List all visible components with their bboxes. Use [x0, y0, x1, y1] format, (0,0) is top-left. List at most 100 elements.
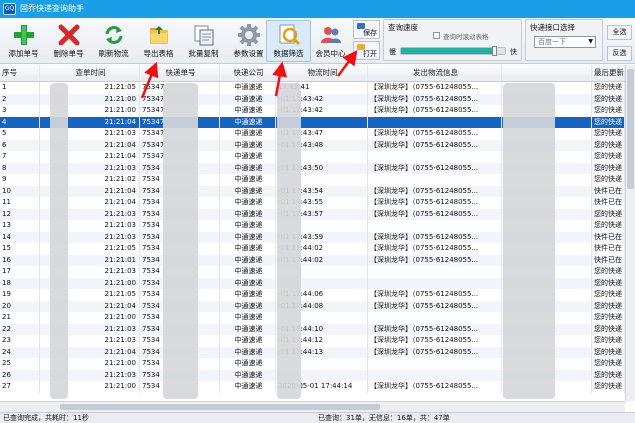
cell-company: 中通速递	[220, 116, 276, 128]
settings-button[interactable]: 参数设置	[226, 20, 271, 62]
cell-last-update: 您的快递	[594, 175, 622, 183]
gear-icon	[237, 23, 261, 47]
cell-company: 中通速递	[220, 82, 276, 94]
api-select-group: 快递接口选择 百度一下 ▼	[525, 19, 603, 61]
cell-num: 16	[0, 254, 40, 266]
speed-slider-thumb[interactable]	[491, 46, 497, 56]
member-icon	[319, 23, 343, 47]
cell-last: 您的快递	[592, 266, 625, 278]
vertical-scroll-thumb[interactable]	[627, 69, 634, 189]
data-filter-button[interactable]: 数据筛选	[266, 20, 311, 62]
cell-last: 您的快递	[592, 358, 625, 370]
cell-num: 12	[0, 208, 40, 220]
col-header-query-time[interactable]: 查单时间	[40, 65, 140, 81]
delete-icon	[57, 23, 81, 47]
save-button[interactable]: 保存	[353, 20, 380, 39]
cell-last-update: 您的快递	[594, 359, 622, 367]
select-all-button[interactable]: 全选	[607, 25, 632, 40]
cell-last-update: 您的快递	[594, 301, 622, 310]
cell-num: 9	[0, 174, 40, 186]
api-select-value: 百度一下	[538, 38, 566, 46]
export-table-button[interactable]: 导出表格	[136, 20, 181, 62]
cell-info	[368, 116, 502, 128]
cell-company: 中通速递	[220, 323, 276, 335]
cell-last-update: 您的快递	[594, 267, 622, 275]
cell-last: 快件已在	[592, 185, 625, 197]
cell-company: 中通速递	[220, 266, 276, 278]
col-header-last-update[interactable]: 最后更新	[592, 65, 625, 81]
cell-company: 中通速递	[220, 358, 276, 370]
cell-num: 3	[0, 105, 40, 117]
refresh-logistics-button[interactable]: 刷新物流	[91, 20, 136, 62]
cell-last-update: 您的快递	[594, 324, 622, 333]
cell-company: 中通速递	[220, 128, 276, 140]
cell-num: 10	[0, 185, 40, 197]
delete-tracking-button[interactable]: 删除单号	[46, 20, 91, 62]
speed-slider[interactable]	[400, 46, 506, 56]
cell-last: 您的快递	[592, 151, 625, 163]
cell-last-update: 快件已在	[594, 232, 622, 241]
col-header-tracking-number[interactable]: 快递单号	[140, 65, 220, 81]
cell-info: 【深圳龙华】（0755-61248055...	[368, 82, 502, 94]
cell-company: 中通速递	[220, 139, 276, 151]
cell-last: 您的快递	[592, 82, 625, 94]
cell-last-update: 您的快递	[594, 117, 622, 126]
tracking-table: 序号 查单时间 快递单号 快递公司 物流时间 发出物流信息 最后更新 1 21:2…	[0, 65, 625, 401]
batch-copy-button[interactable]: 批量复制	[181, 20, 226, 62]
cell-last: 您的快递	[592, 335, 625, 347]
cell-last-update: 您的快递	[594, 370, 622, 379]
open-button[interactable]: 打开	[353, 41, 380, 60]
horizontal-scroll-thumb[interactable]	[60, 404, 380, 410]
col-header-logistics-time[interactable]: 物流时间	[276, 65, 368, 81]
col-header-courier[interactable]: 快递公司	[220, 65, 276, 81]
cell-last-update: 您的快递	[594, 221, 622, 229]
cell-info: 【深圳龙华】（0755-61248055...	[368, 323, 502, 335]
cell-last-update: 快件已在	[594, 198, 622, 206]
cell-num: 15	[0, 243, 40, 255]
member-center-button[interactable]: 会员中心	[308, 20, 353, 62]
chevron-down-icon: ▼	[588, 38, 593, 45]
redacted-area	[277, 83, 301, 399]
add-tracking-button[interactable]: 添加单号	[1, 20, 46, 62]
cell-info: 【深圳龙华】（0755-61248055...	[368, 254, 502, 266]
fast-label: 快	[510, 48, 517, 56]
cell-last: 您的快递	[592, 381, 625, 393]
cell-last-update: 快件已在	[594, 255, 622, 264]
cell-info: 【深圳龙华】（0755-61248055...	[368, 346, 502, 358]
cell-company: 中通速递	[220, 162, 276, 174]
vertical-scrollbar[interactable]	[625, 65, 635, 401]
cell-last: 您的快递	[592, 289, 625, 301]
add-icon	[12, 23, 36, 47]
col-header-middle[interactable]	[502, 65, 592, 81]
copy-icon	[192, 23, 216, 47]
cell-info	[368, 358, 502, 370]
cell-last-update: 您的快递	[594, 278, 622, 287]
col-header-num[interactable]: 序号	[0, 65, 40, 81]
cell-company: 中通速递	[220, 289, 276, 301]
cell-company: 中通速递	[220, 335, 276, 347]
cell-last-update: 您的快递	[594, 83, 622, 91]
horizontal-scrollbar[interactable]	[0, 401, 625, 412]
cell-num: 20	[0, 300, 40, 312]
auto-scroll-checkbox[interactable]	[433, 32, 440, 39]
cell-company: 中通速递	[220, 93, 276, 105]
table-header: 序号 查单时间 快递单号 快递公司 物流时间 发出物流信息 最后更新	[0, 65, 625, 82]
cell-company: 中通速递	[220, 346, 276, 358]
cell-num: 26	[0, 369, 40, 381]
cell-last-update: 您的快递	[594, 382, 622, 390]
cell-last: 您的快递	[592, 277, 625, 289]
cell-num: 5	[0, 128, 40, 140]
invert-selection-button[interactable]: 反选	[607, 46, 632, 61]
cell-last-update: 您的快递	[594, 347, 622, 356]
col-header-dispatch-info[interactable]: 发出物流信息	[368, 65, 502, 81]
cell-num: 2	[0, 93, 40, 105]
cell-num: 6	[0, 139, 40, 151]
filter-icon	[277, 23, 301, 47]
redacted-area	[50, 83, 68, 399]
api-select[interactable]: 百度一下 ▼	[534, 36, 596, 48]
cell-last-update: 快件已在	[594, 186, 622, 195]
cell-info	[368, 174, 502, 186]
cell-num: 23	[0, 335, 40, 347]
cell-company: 中通速递	[220, 197, 276, 209]
cell-info: 【深圳龙华】（0755-61248055...	[368, 162, 502, 174]
